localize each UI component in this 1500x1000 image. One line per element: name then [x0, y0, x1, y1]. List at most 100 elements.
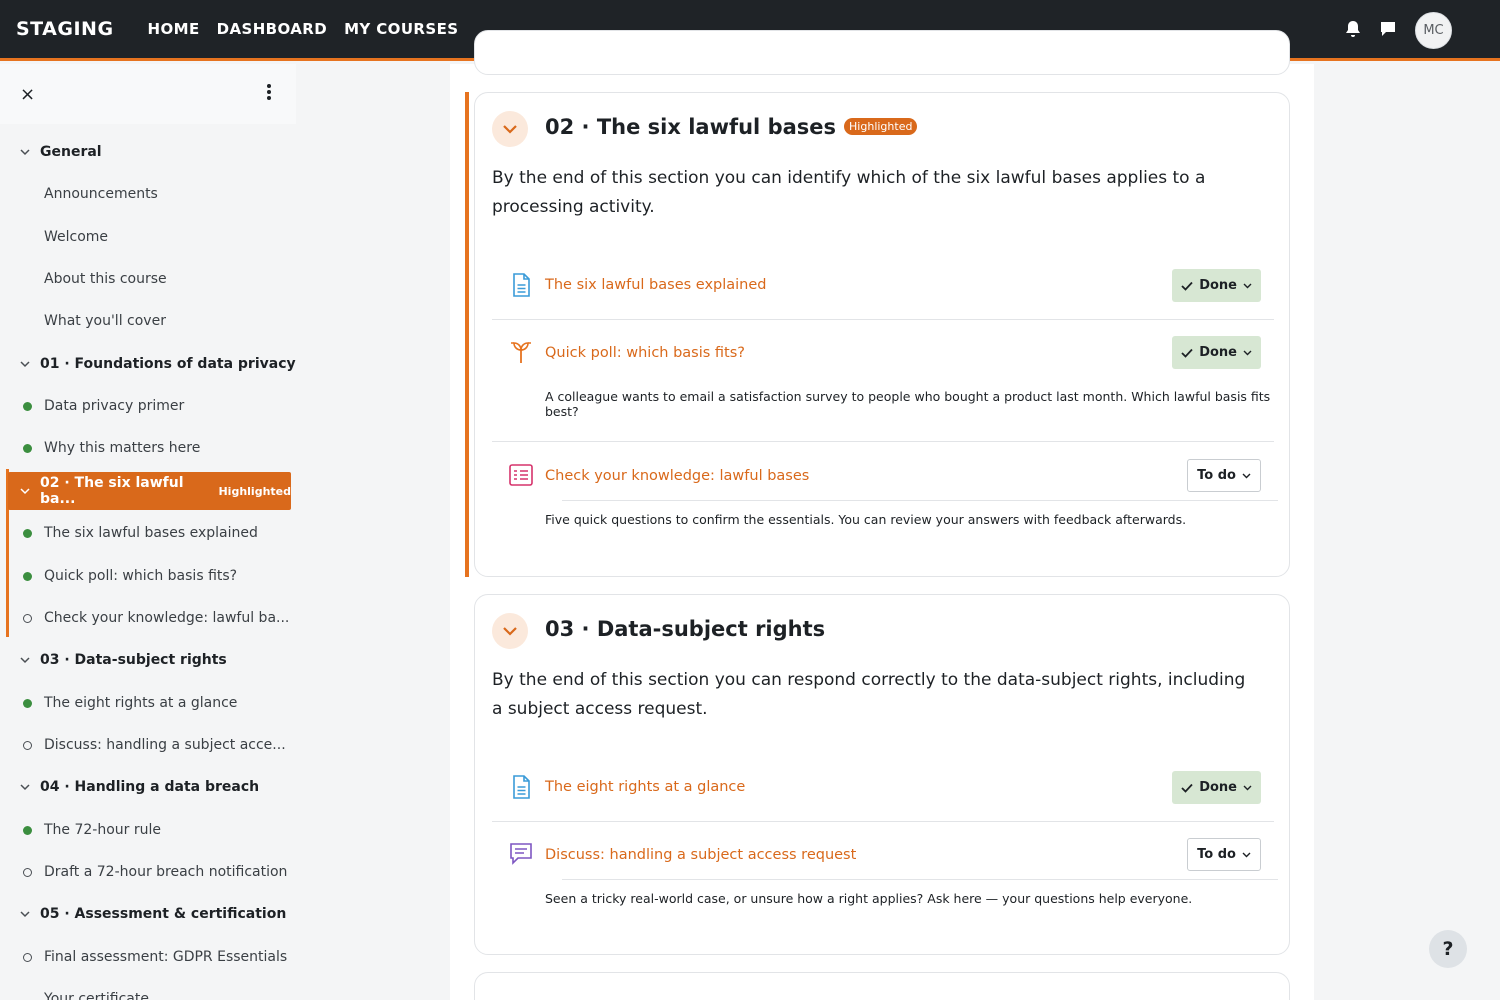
chevron-down-icon: [503, 627, 517, 636]
course-index-item[interactable]: Final assessment: GDPR Essentials: [0, 938, 296, 976]
course-index-item[interactable]: Why this matters here: [0, 429, 296, 467]
highlighted-badge: Highlighted: [218, 484, 291, 498]
course-index-section[interactable]: 01 · Foundations of data privacy: [0, 345, 296, 383]
page-icon: [513, 273, 530, 297]
incomplete-indicator: [23, 613, 32, 623]
kebab-menu-icon[interactable]: [262, 82, 276, 104]
site-brand[interactable]: STAGING: [16, 18, 114, 40]
course-index-section[interactable]: 03 · Data-subject rights: [0, 641, 296, 679]
course-index-item[interactable]: Welcome: [0, 218, 296, 256]
incomplete-indicator: [23, 952, 32, 962]
course-index-item[interactable]: Draft a 72-hour breach notification: [0, 853, 296, 891]
activity-page: The six lawful bases explained Done: [492, 269, 1274, 309]
chevron-down-icon: [1243, 283, 1252, 288]
check-icon: [1181, 348, 1193, 358]
course-index-label: The 72-hour rule: [44, 822, 162, 838]
activity-link[interactable]: Quick poll: which basis fits?: [545, 345, 745, 361]
course-index-item[interactable]: What you'll cover: [0, 302, 296, 340]
course-index-label: 04 · Handling a data breach: [40, 779, 260, 795]
completion-dropdown[interactable]: Done: [1172, 336, 1261, 369]
section-title[interactable]: 03 · Data-subject rights: [545, 617, 825, 641]
completion-dropdown[interactable]: Done: [1172, 771, 1261, 804]
chevron-down-icon[interactable]: [20, 146, 30, 159]
activity-link[interactable]: Discuss: handling a subject access reque…: [545, 847, 856, 863]
chevron-down-icon: [503, 125, 517, 134]
completion-dropdown[interactable]: To do: [1187, 838, 1261, 871]
chevron-down-icon[interactable]: [20, 358, 30, 371]
description-divider: [562, 879, 1278, 880]
chevron-down-icon[interactable]: [20, 654, 30, 667]
chevron-down-icon: [1242, 473, 1251, 478]
nav-my-courses[interactable]: MY COURSES: [344, 20, 458, 38]
course-index-label: 05 · Assessment & certification: [40, 906, 287, 922]
chevron-down-icon: [1242, 852, 1251, 857]
course-index-label: 02 · The six lawful ba...: [40, 475, 184, 507]
next-section-card: [474, 972, 1290, 1000]
course-index-item[interactable]: The 72-hour rule: [0, 811, 296, 849]
completion-status: To do: [1197, 847, 1236, 862]
activity-description: Five quick questions to confirm the esse…: [545, 512, 1187, 527]
user-avatar[interactable]: MC: [1415, 12, 1452, 49]
course-index-section[interactable]: 04 · Handling a data breach: [0, 768, 296, 806]
incomplete-indicator: [23, 740, 32, 750]
course-index-item[interactable]: Discuss: handling a subject acce...: [0, 726, 296, 764]
bell-icon[interactable]: [1345, 20, 1361, 42]
course-index-label: Quick poll: which basis fits?: [44, 568, 238, 584]
activity-link[interactable]: The eight rights at a glance: [545, 779, 745, 795]
activity-divider: [492, 441, 1274, 442]
course-index-label: About this course: [44, 271, 167, 287]
user-tools: MC: [1345, 12, 1452, 49]
course-index-section[interactable]: 05 · Assessment & certification: [0, 895, 296, 933]
close-icon[interactable]: ×: [20, 84, 35, 105]
activity-link[interactable]: The six lawful bases explained: [545, 277, 767, 293]
completion-dropdown[interactable]: Done: [1172, 269, 1261, 302]
course-index-item[interactable]: Check your knowledge: lawful ba...: [0, 599, 296, 637]
activity-page: The eight rights at a glance Done: [492, 771, 1274, 811]
check-icon: [1181, 281, 1193, 291]
course-index-item[interactable]: Announcements: [0, 175, 296, 213]
nav-home[interactable]: HOME: [148, 20, 200, 38]
course-index-label: 03 · Data-subject rights: [40, 652, 227, 668]
section-summary: By the end of this section you can respo…: [492, 670, 1246, 719]
course-index-label: What you'll cover: [44, 313, 166, 329]
collapse-section-button[interactable]: [492, 613, 528, 649]
course-index-section[interactable]: 02 · The six lawful ba... Highlighted: [8, 472, 291, 510]
completed-indicator: [23, 571, 32, 581]
forum-icon: [510, 843, 532, 865]
completed-indicator: [23, 528, 32, 538]
nav-dashboard[interactable]: DASHBOARD: [217, 20, 327, 38]
completion-status: To do: [1197, 468, 1236, 483]
chevron-down-icon[interactable]: [20, 908, 30, 921]
check-icon: [1181, 783, 1193, 793]
incomplete-indicator: [23, 867, 32, 877]
chevron-down-icon[interactable]: [20, 781, 30, 794]
section-title[interactable]: 02 · The six lawful bases Highlighted: [545, 115, 918, 139]
course-index-label: The six lawful bases explained: [44, 525, 258, 541]
collapse-section-button[interactable]: [492, 111, 528, 147]
course-index-item[interactable]: Quick poll: which basis fits?: [0, 557, 296, 595]
section-card-02: 02 · The six lawful bases Highlighted By …: [474, 92, 1290, 577]
course-index-label: Why this matters here: [44, 440, 201, 456]
course-index-item[interactable]: The six lawful bases explained: [0, 514, 296, 552]
completion-status: Done: [1199, 780, 1237, 795]
course-index-item[interactable]: About this course: [0, 260, 296, 298]
chevron-down-icon[interactable]: [20, 485, 30, 498]
course-index-section[interactable]: General: [0, 133, 296, 171]
course-index-label: Your certificate: [44, 991, 149, 1000]
section-title-text: 02 · The six lawful bases: [545, 115, 837, 139]
activity-link[interactable]: Check your knowledge: lawful bases: [545, 468, 809, 484]
section-summary: By the end of this section you can ident…: [492, 168, 1206, 217]
course-index-label: Final assessment: GDPR Essentials: [44, 949, 288, 965]
course-index-item[interactable]: The eight rights at a glance: [0, 684, 296, 722]
course-index-item[interactable]: Data privacy primer: [0, 387, 296, 425]
activity-forum: Discuss: handling a subject access reque…: [492, 838, 1278, 918]
completion-dropdown[interactable]: To do: [1187, 459, 1261, 492]
page-icon: [513, 775, 530, 799]
course-index-label: The eight rights at a glance: [44, 695, 238, 711]
help-button[interactable]: ?: [1429, 930, 1467, 968]
messages-icon[interactable]: [1379, 20, 1397, 42]
choice-icon: [511, 342, 531, 363]
activity-quiz: Check your knowledge: lawful bases To do…: [492, 459, 1278, 539]
highlight-rail: [465, 92, 469, 577]
course-index-item[interactable]: Your certificate: [0, 980, 296, 1000]
